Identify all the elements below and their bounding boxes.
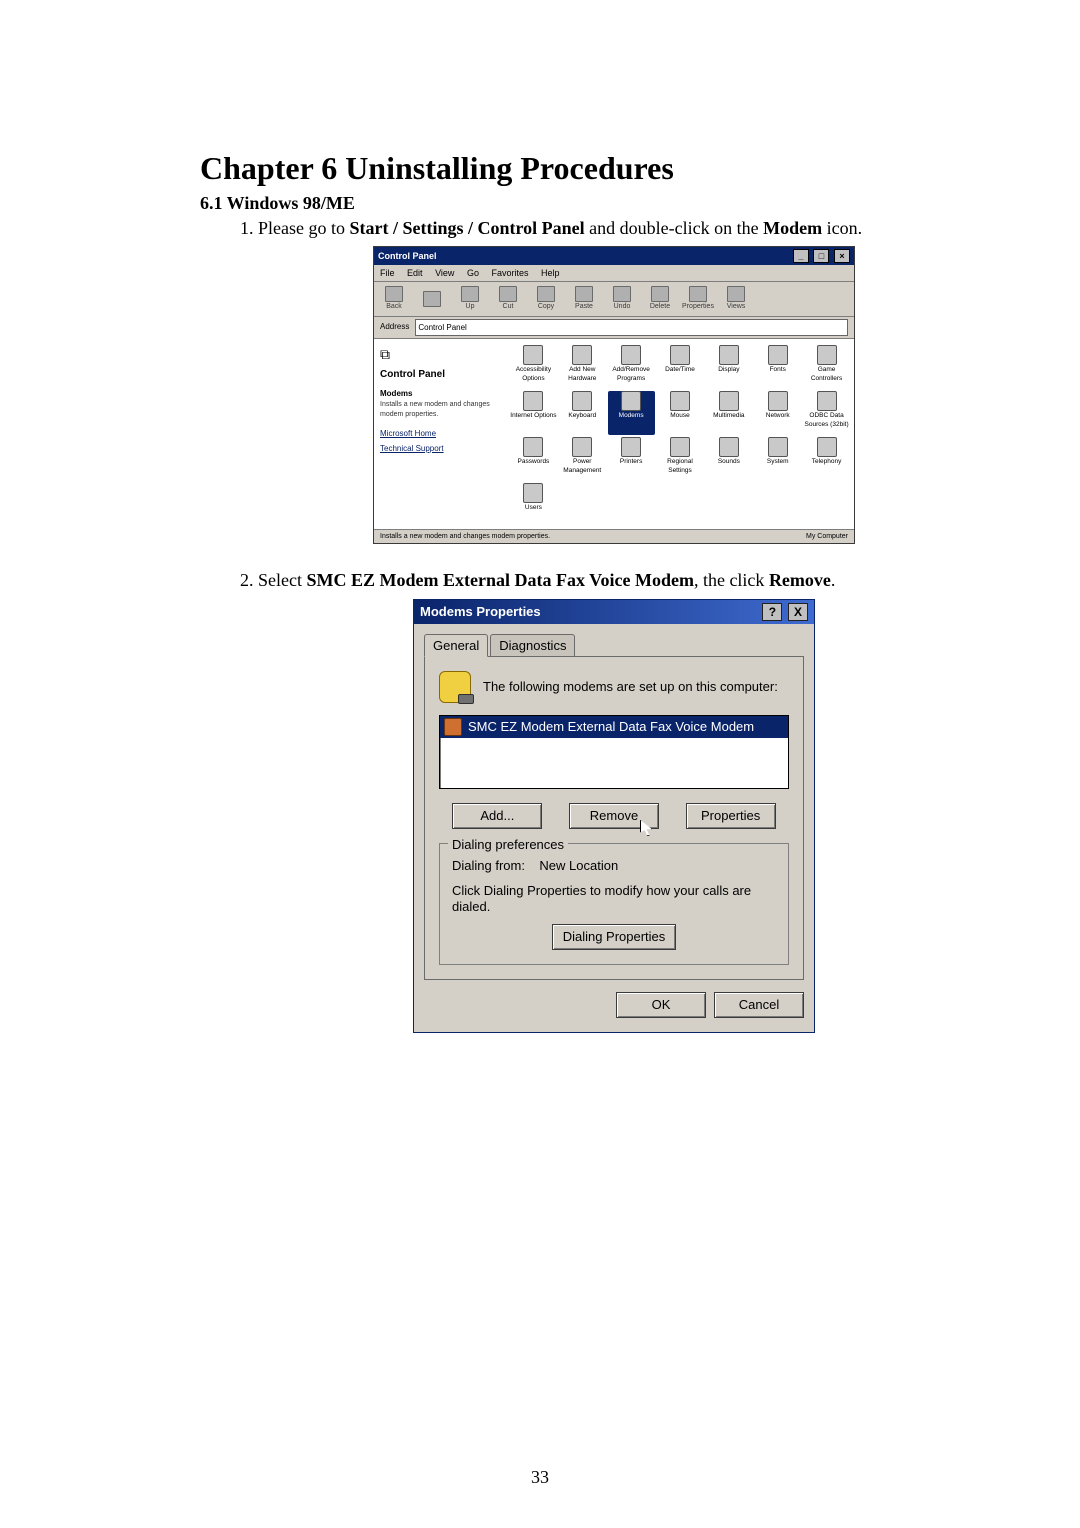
link-ms-home[interactable]: Microsoft Home [380,429,500,440]
cp-window-title: Control Panel [378,250,437,262]
cp-item-display[interactable]: Display [705,345,752,389]
screenshot-modems-properties: Modems Properties ? X General Diagnostic… [413,599,815,1033]
cp-item-accessibility[interactable]: Accessibility Options [510,345,557,389]
cp-item-passwords[interactable]: Passwords [510,437,557,481]
cp-item-telephony[interactable]: Telephony [803,437,850,481]
md-panel: The following modems are set up on this … [424,656,804,980]
maximize-icon[interactable]: □ [813,249,829,263]
cp-sidebar-subheading: Modems [380,389,500,400]
tool-undo[interactable]: Undo [608,286,636,311]
tool-views[interactable]: Views [722,286,750,311]
step-1: Please go to Start / Settings / Control … [258,216,970,544]
md-window-buttons: ? X [760,603,808,621]
cp-item-system[interactable]: System [754,437,801,481]
cp-item-add-hardware[interactable]: Add New Hardware [559,345,606,389]
md-intro-text: The following modems are set up on this … [483,678,778,696]
tool-delete[interactable]: Delete [646,286,674,311]
menu-edit[interactable]: Edit [407,268,423,278]
tool-cut[interactable]: Cut [494,286,522,311]
modem-item-icon [444,718,462,736]
cp-sidebar-heading: Control Panel [380,368,500,382]
cp-item-users[interactable]: Users [510,483,557,527]
dialing-hint: Click Dialing Properties to modify how y… [452,883,776,914]
cp-icon-grid: Accessibility Options Add New Hardware A… [506,339,854,529]
cp-logo-icon: ⧉ [380,345,500,364]
help-icon[interactable]: ? [762,603,782,621]
cp-item-sounds[interactable]: Sounds [705,437,752,481]
cp-status-right: My Computer [806,532,848,541]
cp-item-mouse[interactable]: Mouse [657,391,704,435]
modem-list-item-selected[interactable]: SMC EZ Modem External Data Fax Voice Mod… [440,716,788,738]
group-label: Dialing preferences [448,836,568,854]
menu-file[interactable]: File [380,268,395,278]
cp-body: ⧉ Control Panel Modems Installs a new mo… [374,339,854,529]
cp-item-modems[interactable]: Modems [608,391,655,435]
cp-item-regional[interactable]: Regional Settings [657,437,704,481]
cp-item-game[interactable]: Game Controllers [803,345,850,389]
cp-address-bar: Address [374,317,854,339]
menu-go[interactable]: Go [467,268,479,278]
modem-item-label: SMC EZ Modem External Data Fax Voice Mod… [468,718,754,736]
remove-button[interactable]: Remove [569,803,659,829]
tool-copy[interactable]: Copy [532,286,560,311]
cp-item-keyboard[interactable]: Keyboard [559,391,606,435]
cp-item-multimedia[interactable]: Multimedia [705,391,752,435]
minimize-icon[interactable]: _ [793,249,809,263]
dialing-from-line: Dialing from: New Location [452,858,776,874]
menu-help[interactable]: Help [541,268,560,278]
cp-sidebar-desc: Installs a new modem and changes modem p… [380,400,500,419]
cp-item-internet[interactable]: Internet Options [510,391,557,435]
cp-item-fonts[interactable]: Fonts [754,345,801,389]
link-tech-support[interactable]: Technical Support [380,444,500,455]
modem-listbox[interactable]: SMC EZ Modem External Data Fax Voice Mod… [439,715,789,789]
cp-window-buttons: _ □ × [791,249,850,263]
menu-favorites[interactable]: Favorites [491,268,528,278]
screenshot-control-panel: Control Panel _ □ × File Edit View Go Fa… [373,246,855,544]
menu-view[interactable]: View [435,268,454,278]
step-list: Please go to Start / Settings / Control … [230,216,970,1033]
close-icon[interactable]: X [788,603,808,621]
cp-statusbar: Installs a new modem and changes modem p… [374,529,854,543]
tool-properties[interactable]: Properties [684,286,712,311]
modem-icon [439,671,471,703]
cp-sidebar: ⧉ Control Panel Modems Installs a new mo… [374,339,506,529]
cp-item-power[interactable]: Power Management [559,437,606,481]
cp-item-printers[interactable]: Printers [608,437,655,481]
chapter-title: Chapter 6 Uninstalling Procedures [200,150,970,187]
tool-back[interactable]: Back [380,286,408,311]
ok-button[interactable]: OK [616,992,706,1018]
dialing-properties-button[interactable]: Dialing Properties [552,924,677,950]
section-heading: 6.1 Windows 98/ME [200,193,970,214]
document-page: Chapter 6 Uninstalling Procedures 6.1 Wi… [0,0,1080,1528]
cp-status-left: Installs a new modem and changes modem p… [380,532,550,541]
tool-paste[interactable]: Paste [570,286,598,311]
cp-item-odbc[interactable]: ODBC Data Sources (32bit) [803,391,850,435]
step-2: Select SMC EZ Modem External Data Fax Vo… [258,568,970,1032]
tool-forward[interactable] [418,291,446,307]
tab-diagnostics[interactable]: Diagnostics [490,634,575,658]
md-body: General Diagnostics The following modems… [414,624,814,1032]
address-input[interactable] [415,319,848,336]
address-label: Address [380,322,409,333]
md-tabs: General Diagnostics [424,634,804,658]
close-icon[interactable]: × [834,249,850,263]
md-titlebar: Modems Properties ? X [414,600,814,624]
dialing-preferences-group: Dialing preferences Dialing from: New Lo… [439,843,789,965]
md-button-row: Add... Remove Properties [439,803,789,829]
md-bottom-buttons: OK Cancel [424,992,804,1018]
properties-button[interactable]: Properties [686,803,776,829]
md-window-title: Modems Properties [420,603,541,621]
add-button[interactable]: Add... [452,803,542,829]
page-number: 33 [0,1467,1080,1488]
cancel-button[interactable]: Cancel [714,992,804,1018]
cp-item-network[interactable]: Network [754,391,801,435]
tab-general[interactable]: General [424,634,488,658]
tool-up[interactable]: Up [456,286,484,311]
cp-item-add-remove[interactable]: Add/Remove Programs [608,345,655,389]
cp-item-datetime[interactable]: Date/Time [657,345,704,389]
cp-titlebar: Control Panel _ □ × [374,247,854,265]
cp-menubar: File Edit View Go Favorites Help [374,265,854,282]
cp-toolbar: Back Up Cut Copy Paste Undo Delete Prope… [374,282,854,316]
md-header-row: The following modems are set up on this … [439,671,789,703]
